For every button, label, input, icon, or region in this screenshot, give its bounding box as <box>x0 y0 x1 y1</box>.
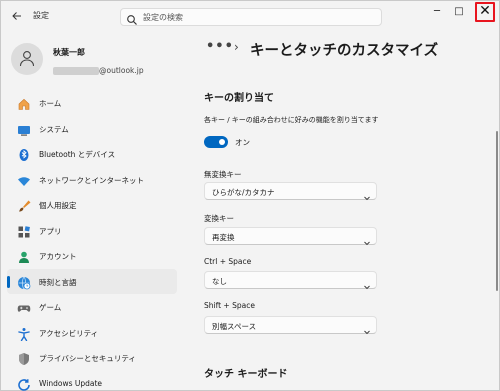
avatar[interactable] <box>11 43 43 75</box>
home-icon <box>17 96 31 110</box>
back-arrow-icon <box>12 10 22 24</box>
chevron-down-icon <box>363 187 371 201</box>
section-heading-touch-keyboard: タッチ キーボード <box>204 369 288 380</box>
search-icon <box>126 11 138 25</box>
ctrl-space-dropdown[interactable]: なし <box>204 271 377 290</box>
field-label-muhenkan: 無変換キー <box>204 170 242 179</box>
settings-window: 設定 ─ □ ✕ 秋葉一郎 @outlook.jp ホーム システム <box>0 0 500 391</box>
account-email-suffix: @outlook.jp <box>99 66 144 75</box>
chevron-down-icon <box>363 321 371 335</box>
accessibility-icon <box>17 326 31 341</box>
search-box[interactable] <box>120 8 382 26</box>
dropdown-value: 別幅スペース <box>212 322 257 331</box>
sidebar-item-system[interactable]: システム <box>7 116 177 142</box>
sidebar-item-gaming[interactable]: ゲーム <box>7 294 177 320</box>
minimize-button[interactable]: ─ <box>428 3 446 21</box>
sidebar-item-label: 個人用設定 <box>39 201 77 210</box>
muhenkan-key-dropdown[interactable]: ひらがな/カタカナ <box>204 182 377 201</box>
sidebar-item-label: ホーム <box>39 99 62 108</box>
section-heading-key-assignment: キーの割り当て <box>204 93 274 104</box>
account-name: 秋葉一郎 <box>53 48 85 57</box>
sidebar-item-accessibility[interactable]: アクセシビリティ <box>7 320 177 346</box>
sidebar-item-label: アカウント <box>39 252 77 261</box>
account-icon <box>17 249 31 263</box>
update-icon <box>17 377 31 391</box>
sidebar-item-accounts[interactable]: アカウント <box>7 243 177 269</box>
shield-icon <box>17 351 31 365</box>
dropdown-value: ひらがな/カタカナ <box>212 188 275 197</box>
sidebar-item-windows-update[interactable]: Windows Update <box>7 371 177 391</box>
selection-indicator <box>7 275 10 288</box>
back-button[interactable] <box>7 8 27 26</box>
sidebar-item-time-language[interactable]: 時刻と言語 <box>7 268 177 294</box>
brush-icon <box>17 198 31 212</box>
system-icon <box>17 122 31 136</box>
sidebar-item-bluetooth[interactable]: Bluetooth とデバイス <box>7 141 177 167</box>
sidebar-item-label: システム <box>39 124 69 134</box>
field-label-henkan: 変換キー <box>204 214 234 223</box>
title-bar: 設定 ─ □ ✕ <box>1 1 500 33</box>
henkan-key-dropdown[interactable]: 再変換 <box>204 227 377 246</box>
gamepad-icon <box>17 300 31 314</box>
maximize-button[interactable]: □ <box>450 3 468 21</box>
email-redaction <box>53 66 99 75</box>
sidebar-item-privacy[interactable]: プライバシーとセキュリティ <box>7 345 177 371</box>
sidebar-item-label: アクセシビリティ <box>39 328 99 338</box>
sidebar-item-label: 時刻と言語 <box>39 277 77 287</box>
page-title: キーとタッチのカスタマイズ <box>250 43 439 59</box>
sidebar-item-label: アプリ <box>39 226 62 236</box>
dropdown-value: なし <box>212 277 227 286</box>
toggle-state-label: オン <box>235 138 250 147</box>
field-label-shift-space: Shift + Space <box>204 301 255 310</box>
sidebar-item-home[interactable]: ホーム <box>7 90 177 116</box>
sidebar-item-network[interactable]: ネットワークとインターネット <box>7 167 177 193</box>
apps-icon <box>17 224 31 238</box>
chevron-right-icon: › <box>234 40 239 54</box>
sidebar-item-label: ネットワークとインターネット <box>39 175 144 185</box>
toggle-knob <box>219 139 225 145</box>
time-language-icon <box>17 275 31 289</box>
wifi-icon <box>17 173 31 187</box>
sidebar-item-label: Bluetooth とデバイス <box>39 150 116 159</box>
sidebar-item-apps[interactable]: アプリ <box>7 218 177 244</box>
shift-space-dropdown[interactable]: 別幅スペース <box>204 316 377 335</box>
sidebar-item-label: Windows Update <box>39 378 103 388</box>
section-description: 各キー / キーの組み合わせに好みの機能を割り当てます <box>204 116 379 124</box>
dropdown-value: 再変換 <box>212 233 235 242</box>
user-icon <box>19 51 35 67</box>
bluetooth-icon <box>17 147 31 161</box>
sidebar-item-personalization[interactable]: 個人用設定 <box>7 192 177 218</box>
breadcrumb-more-button[interactable]: ••• <box>206 39 234 54</box>
scrollbar[interactable] <box>496 131 498 291</box>
account-email: @outlook.jp <box>53 60 144 75</box>
sidebar-item-label: ゲーム <box>39 303 62 312</box>
close-button[interactable]: ✕ <box>475 2 495 22</box>
sidebar-nav: ホーム システム Bluetooth とデバイス ネットワークとインターネット … <box>7 90 177 391</box>
chevron-down-icon <box>363 232 371 246</box>
key-assignment-toggle[interactable] <box>204 136 228 148</box>
sidebar-item-label: プライバシーとセキュリティ <box>39 354 136 363</box>
field-label-ctrl-space: Ctrl + Space <box>204 257 252 266</box>
app-title: 設定 <box>33 11 49 20</box>
chevron-down-icon <box>363 276 371 290</box>
search-input[interactable] <box>143 10 373 24</box>
